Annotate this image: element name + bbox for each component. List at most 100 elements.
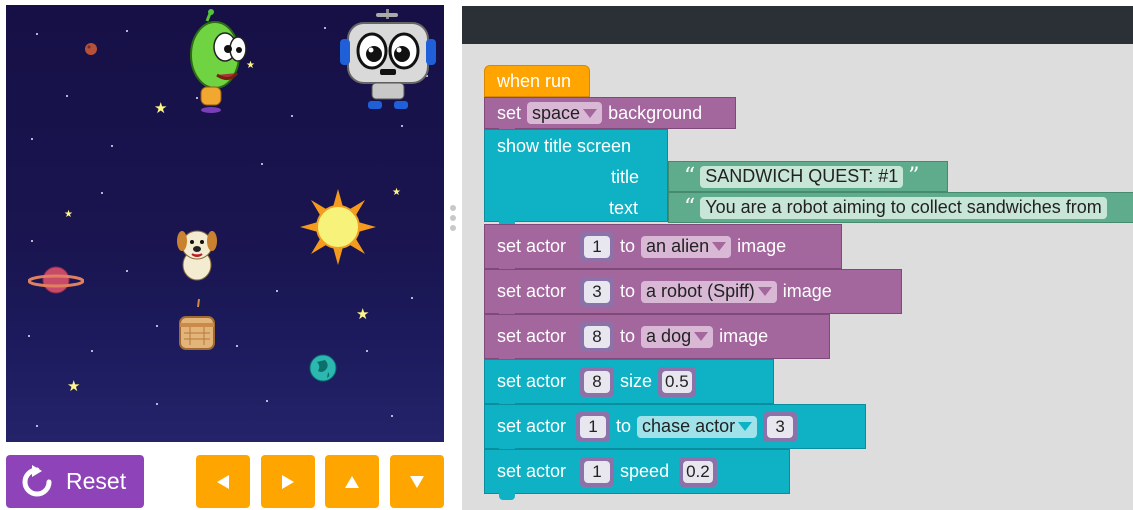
- star: [324, 27, 326, 29]
- actor-image-dropdown[interactable]: a robot (Spiff): [641, 280, 777, 303]
- set-actor-image-block[interactable]: set actor 8 to a dog image: [484, 314, 830, 365]
- quote-open-icon: “: [684, 195, 696, 220]
- star: [411, 297, 413, 299]
- image-label: image: [782, 281, 832, 301]
- image-label: image: [737, 236, 787, 256]
- actor-image-value: a dog: [646, 326, 692, 346]
- star: [36, 425, 38, 427]
- actor-image-dropdown[interactable]: a dog: [641, 325, 714, 348]
- actor-number[interactable]: 8: [584, 370, 611, 393]
- text-param-label: text: [609, 198, 639, 218]
- star: [236, 345, 238, 347]
- set-actor-label: set actor: [497, 281, 567, 301]
- star: [266, 400, 268, 402]
- arrow-down-icon: [410, 475, 424, 488]
- star: [366, 350, 368, 352]
- actor-number-slot[interactable]: 3: [580, 276, 615, 307]
- star-icon: ★: [67, 377, 81, 395]
- star: [391, 415, 393, 417]
- star: [126, 270, 128, 272]
- meteor-sprite: [85, 43, 97, 55]
- title-string-value[interactable]: SANDWICH QUEST: #1: [700, 165, 904, 188]
- reset-icon: [22, 464, 52, 496]
- set-actor-image-block[interactable]: set actor 3 to a robot (Spiff) image: [484, 269, 902, 320]
- chevron-down-icon: [583, 108, 598, 118]
- actor-number-slot[interactable]: 1: [576, 411, 611, 442]
- actor-number[interactable]: 1: [584, 460, 611, 483]
- actor-number[interactable]: 3: [584, 280, 611, 303]
- set-actor-speed-block[interactable]: set actor 1 speed 0.2: [484, 449, 790, 500]
- set-actor-label: set actor: [497, 416, 567, 436]
- star: [91, 350, 93, 352]
- star: [36, 33, 38, 35]
- image-label: image: [719, 326, 769, 346]
- star: [291, 115, 293, 117]
- to-label: to: [620, 236, 636, 256]
- actor-image-dropdown[interactable]: an alien: [641, 235, 732, 258]
- chevron-down-icon: [738, 422, 753, 431]
- background-value: space: [532, 102, 581, 123]
- star: [28, 335, 30, 337]
- text-string-value[interactable]: You are a robot aiming to collect sandwi…: [700, 196, 1107, 219]
- sandwich-sprite: [179, 299, 215, 350]
- star-icon: ★: [64, 209, 73, 220]
- arrow-up-icon: [345, 475, 359, 488]
- set-actor-label: set actor: [497, 371, 567, 391]
- background-dropdown[interactable]: space: [527, 102, 603, 124]
- star: [261, 163, 263, 165]
- arrow-left-icon: [217, 474, 229, 489]
- to-label: to: [620, 326, 636, 346]
- arrow-right-icon: [282, 474, 294, 489]
- set-actor-size-block[interactable]: set actor 8 size 0.5: [484, 359, 774, 410]
- title-string-block[interactable]: “ SANDWICH QUEST: #1 ”: [668, 161, 948, 192]
- actor-number[interactable]: 1: [584, 235, 611, 258]
- when-run-block[interactable]: when run: [484, 65, 590, 97]
- set-actor-image-block[interactable]: set actor 1 to an alien image: [484, 224, 842, 275]
- reset-button[interactable]: Reset: [6, 455, 144, 508]
- set-actor-chase-block[interactable]: set actor 1 to chase actor 3: [484, 404, 866, 455]
- speed-value-slot[interactable]: 0.2: [679, 456, 717, 487]
- set-background-label: set: [497, 102, 522, 123]
- when-run-label: when run: [497, 70, 572, 91]
- star: [156, 403, 158, 405]
- blockly-workspace[interactable]: when run set space background show title…: [462, 44, 1133, 510]
- alien-sprite: [190, 9, 247, 113]
- to-label: to: [616, 416, 632, 436]
- panel-resize-handle[interactable]: [448, 205, 458, 245]
- actor-number-slot[interactable]: 1: [580, 456, 615, 487]
- behavior-dropdown[interactable]: chase actor: [637, 415, 758, 438]
- speed-value[interactable]: 0.2: [683, 460, 713, 483]
- up-arrow-button[interactable]: [325, 455, 379, 508]
- down-arrow-button[interactable]: [390, 455, 444, 508]
- star-icon: ★: [356, 305, 370, 323]
- actor-number-slot[interactable]: 1: [580, 231, 615, 262]
- actor-number[interactable]: 1: [580, 415, 607, 438]
- target-number[interactable]: 3: [767, 415, 794, 438]
- size-value-slot[interactable]: 0.5: [658, 366, 696, 397]
- earth-sprite: [309, 354, 337, 382]
- actor-number-slot[interactable]: 8: [580, 366, 615, 397]
- chevron-down-icon: [712, 242, 727, 251]
- right-arrow-button[interactable]: [261, 455, 315, 508]
- to-label: to: [620, 281, 636, 301]
- title-screen-label: show title screen: [497, 136, 632, 156]
- quote-close-icon: ”: [908, 164, 920, 189]
- background-suffix: background: [608, 102, 703, 123]
- target-number-slot[interactable]: 3: [763, 411, 798, 442]
- left-arrow-button[interactable]: [196, 455, 250, 508]
- star: [101, 192, 103, 194]
- set-background-block[interactable]: set space background: [484, 97, 736, 135]
- show-title-screen-block[interactable]: show title screen title text: [484, 129, 668, 228]
- set-actor-label: set actor: [497, 236, 567, 256]
- set-actor-label: set actor: [497, 326, 567, 346]
- workspace-header: [462, 6, 1133, 44]
- star: [31, 138, 33, 140]
- actor-number[interactable]: 8: [584, 325, 611, 348]
- size-value[interactable]: 0.5: [662, 370, 692, 393]
- star: [66, 95, 68, 97]
- actor-number-slot[interactable]: 8: [580, 321, 615, 352]
- star-icon: ★: [392, 187, 401, 198]
- star: [126, 30, 128, 32]
- robot-sprite: [340, 9, 436, 109]
- text-string-block[interactable]: “ You are a robot aiming to collect sand…: [668, 192, 1133, 223]
